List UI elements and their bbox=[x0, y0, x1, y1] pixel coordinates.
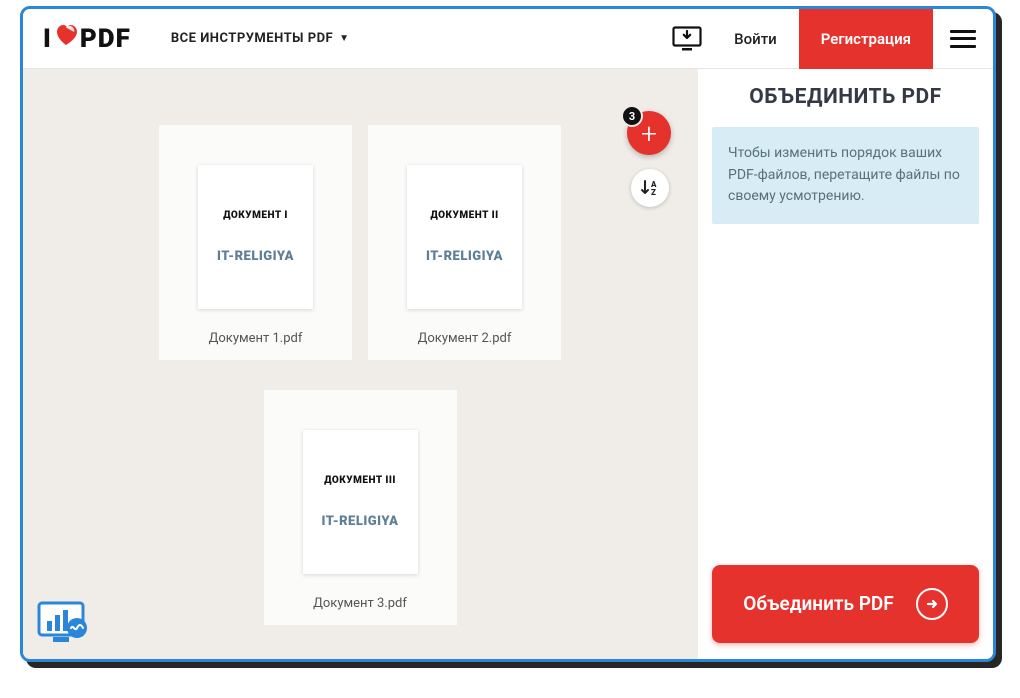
logo-text-suffix: PDF bbox=[80, 24, 131, 54]
info-message: Чтобы изменить порядок ваших PDF-файлов,… bbox=[712, 127, 979, 224]
menu-button[interactable] bbox=[933, 9, 993, 69]
file-name: Документ 2.pdf bbox=[418, 331, 512, 346]
stats-widget-icon[interactable] bbox=[37, 601, 95, 649]
doc-label: ДОКУМЕНТ I bbox=[223, 210, 288, 221]
logo-text-prefix: I bbox=[43, 24, 52, 54]
header: I PDF ВСЕ ИНСТРУМЕНТЫ PDF ▼ Войти Регист… bbox=[23, 9, 993, 69]
logo[interactable]: I PDF bbox=[43, 24, 131, 54]
brand-label: IT-RELIGIYA bbox=[217, 249, 294, 264]
file-name: Документ 3.pdf bbox=[313, 596, 407, 611]
sort-az-button[interactable]: AZ bbox=[631, 169, 669, 207]
workspace: ДОКУМЕНТ I IT-RELIGIYA Документ 1.pdf ДО… bbox=[23, 69, 697, 659]
heart-icon bbox=[54, 23, 78, 53]
chevron-down-icon: ▼ bbox=[339, 33, 349, 44]
hamburger-icon bbox=[950, 30, 976, 48]
login-button[interactable]: Войти bbox=[712, 9, 799, 69]
file-card[interactable]: ДОКУМЕНТ I IT-RELIGIYA Документ 1.pdf bbox=[158, 124, 353, 361]
brand-label: IT-RELIGIYA bbox=[426, 249, 503, 264]
doc-label: ДОКУМЕНТ III bbox=[324, 475, 396, 486]
all-tools-dropdown[interactable]: ВСЕ ИНСТРУМЕНТЫ PDF ▼ bbox=[171, 31, 350, 46]
register-button[interactable]: Регистрация bbox=[799, 9, 933, 69]
doc-label: ДОКУМЕНТ II bbox=[430, 210, 498, 221]
add-file-button[interactable]: + 3 bbox=[627, 111, 671, 155]
file-grid: ДОКУМЕНТ I IT-RELIGIYA Документ 1.pdf ДО… bbox=[23, 124, 697, 626]
sidebar-title: ОБЪЕДИНИТЬ PDF bbox=[712, 85, 979, 109]
brand-label: IT-RELIGIYA bbox=[322, 514, 399, 529]
page-thumbnail: ДОКУМЕНТ II IT-RELIGIYA bbox=[407, 165, 522, 309]
page-thumbnail: ДОКУМЕНТ III IT-RELIGIYA bbox=[303, 430, 418, 574]
all-tools-label: ВСЕ ИНСТРУМЕНТЫ PDF bbox=[171, 31, 333, 46]
file-count-badge: 3 bbox=[621, 105, 643, 127]
plus-icon: + bbox=[641, 117, 657, 150]
app-window: I PDF ВСЕ ИНСТРУМЕНТЫ PDF ▼ Войти Регист… bbox=[20, 6, 996, 662]
merge-button-label: Объединить PDF bbox=[743, 592, 893, 616]
svg-text:Z: Z bbox=[651, 188, 656, 197]
file-card[interactable]: ДОКУМЕНТ II IT-RELIGIYA Документ 2.pdf bbox=[367, 124, 562, 361]
sidebar: ОБЪЕДИНИТЬ PDF Чтобы изменить порядок ва… bbox=[697, 69, 993, 659]
page-thumbnail: ДОКУМЕНТ I IT-RELIGIYA bbox=[198, 165, 313, 309]
merge-pdf-button[interactable]: Объединить PDF bbox=[712, 565, 979, 643]
file-name: Документ 1.pdf bbox=[209, 331, 303, 346]
arrow-right-icon bbox=[916, 588, 948, 620]
file-card[interactable]: ДОКУМЕНТ III IT-RELIGIYA Документ 3.pdf bbox=[263, 389, 458, 626]
desktop-download-button[interactable] bbox=[662, 26, 712, 52]
